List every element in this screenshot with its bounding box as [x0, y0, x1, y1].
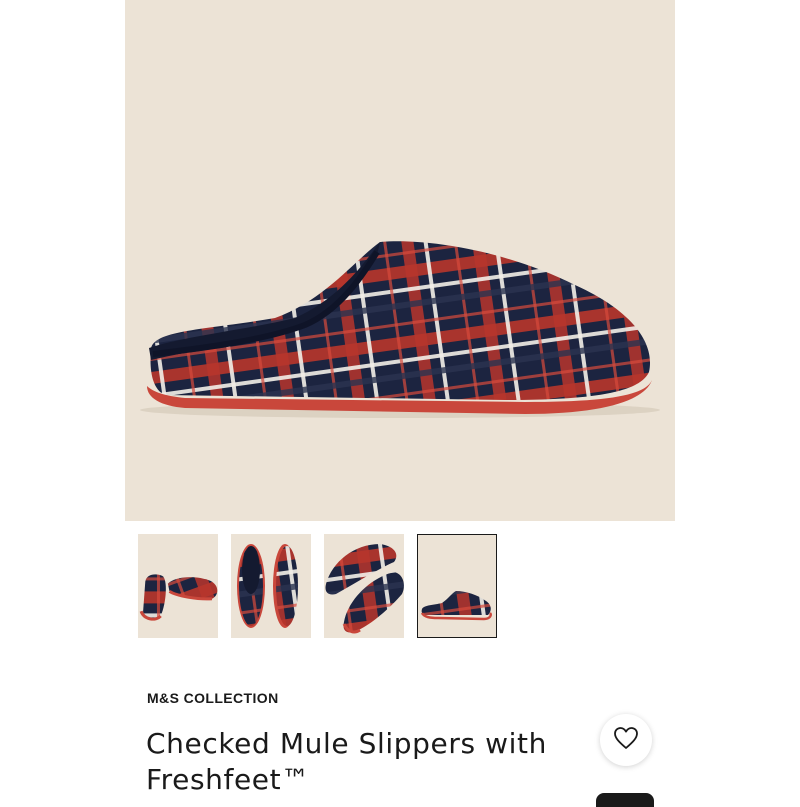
- thumbnail-pair-angled[interactable]: [138, 534, 218, 638]
- product-title: Checked Mule Slippers with Freshfeet™: [146, 727, 547, 796]
- bottom-action-button-partial[interactable]: [596, 793, 654, 807]
- thumbnail-image: [420, 591, 492, 621]
- hero-product-image[interactable]: [125, 0, 675, 521]
- slipper-side-view-illustration: [140, 241, 660, 418]
- heart-outline-icon: [613, 726, 639, 755]
- thumbnail-image: [237, 544, 298, 628]
- thumbnail-image: [325, 544, 404, 634]
- wishlist-button[interactable]: [600, 714, 652, 766]
- image-gallery-thumbnails: [138, 534, 498, 640]
- thumbnail-side-view[interactable]: [417, 534, 497, 638]
- thumbnail-image: [139, 574, 218, 621]
- thumbnail-pair-close-up[interactable]: [324, 534, 404, 638]
- thumbnail-top-down-pair[interactable]: [231, 534, 311, 638]
- product-brand[interactable]: M&S COLLECTION: [147, 690, 279, 706]
